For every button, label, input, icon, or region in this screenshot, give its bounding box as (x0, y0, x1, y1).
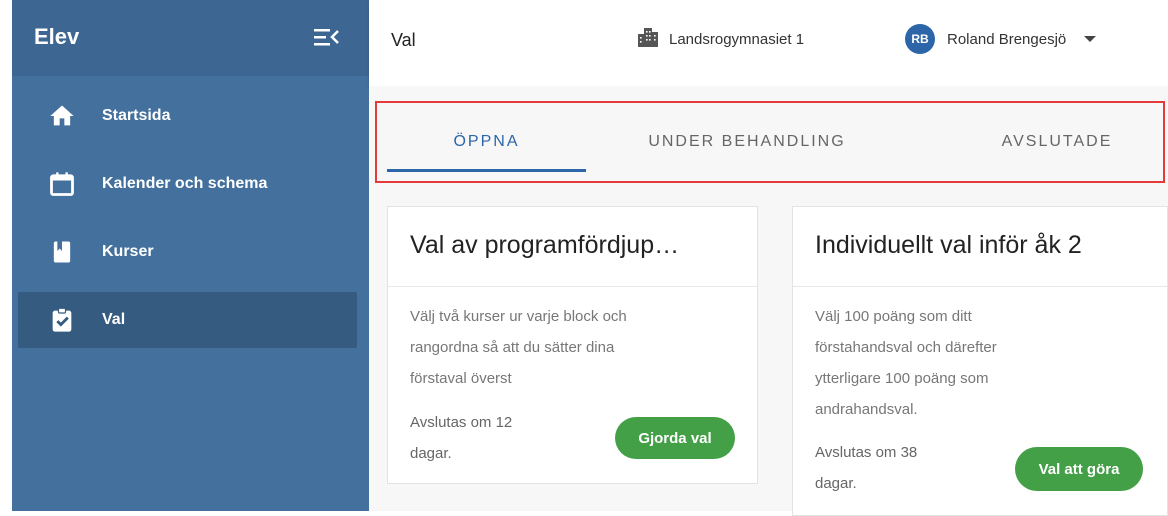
user-name: Roland Brengesjö (947, 30, 1067, 48)
main-content: ÖPPNA UNDER BEHANDLING AVSLUTADE Val av … (369, 86, 1168, 516)
card-deadline: Avslutas om 38 dagar. (815, 444, 918, 492)
avatar: RB (905, 24, 935, 54)
sidebar-item-kalender[interactable]: Kalender och schema (18, 156, 357, 212)
app-brand: Elev (34, 24, 80, 49)
caret-down-icon[interactable] (1084, 36, 1097, 42)
active-tab-indicator (387, 169, 586, 172)
sidebar-item-label: Startsida (102, 107, 171, 124)
sidebar-header: Elev (12, 0, 369, 76)
val-att-gora-button[interactable]: Val att göra (1015, 447, 1143, 491)
school-name: Landsrogymnasiet 1 (669, 31, 805, 48)
sidebar-item-label: Kurser (102, 243, 154, 260)
menu-collapse-icon[interactable] (314, 26, 340, 48)
card-title: Individuellt val inför åk 2 (815, 231, 1082, 259)
sidebar-item-label: Kalender och schema (102, 175, 268, 192)
sidebar-item-val[interactable]: Val (18, 292, 357, 348)
book-icon (48, 238, 76, 266)
sidebar-item-kurser[interactable]: Kurser (18, 224, 357, 280)
card-description: Välj två kurser ur varje block och rango… (410, 308, 627, 387)
building-icon (637, 26, 659, 53)
card-divider (388, 286, 757, 287)
user-menu[interactable]: RB Roland Brengesjö (905, 24, 1097, 54)
gjorda-val-button[interactable]: Gjorda val (615, 417, 735, 459)
school-selector[interactable]: Landsrogymnasiet 1 (637, 26, 804, 53)
tab-avslutade[interactable]: AVSLUTADE (957, 103, 1157, 181)
choice-card: Val av programfördjup… Välj två kurser u… (387, 206, 758, 484)
calendar-icon (48, 170, 76, 198)
top-bar: Val Landsrogymnasiet 1 RB Roland Brenges… (369, 0, 1168, 86)
tab-under-behandling[interactable]: UNDER BEHANDLING (607, 103, 887, 181)
page-title: Val (391, 30, 416, 50)
sidebar-item-label: Val (102, 311, 126, 328)
sidebar-item-startsida[interactable]: Startsida (18, 88, 357, 144)
card-deadline: Avslutas om 12 dagar. (410, 414, 513, 462)
card-title: Val av programfördjup… (410, 231, 680, 259)
choice-card: Individuellt val inför åk 2 Välj 100 poä… (792, 206, 1168, 516)
home-icon (48, 102, 76, 130)
clipboard-check-icon (48, 306, 76, 334)
tab-bar: ÖPPNA UNDER BEHANDLING AVSLUTADE (375, 101, 1165, 183)
card-divider (793, 286, 1167, 287)
sidebar: Elev Startsida Kalender och schema Kurse… (0, 0, 369, 511)
card-description: Välj 100 poäng som ditt förstahandsval o… (815, 308, 997, 418)
